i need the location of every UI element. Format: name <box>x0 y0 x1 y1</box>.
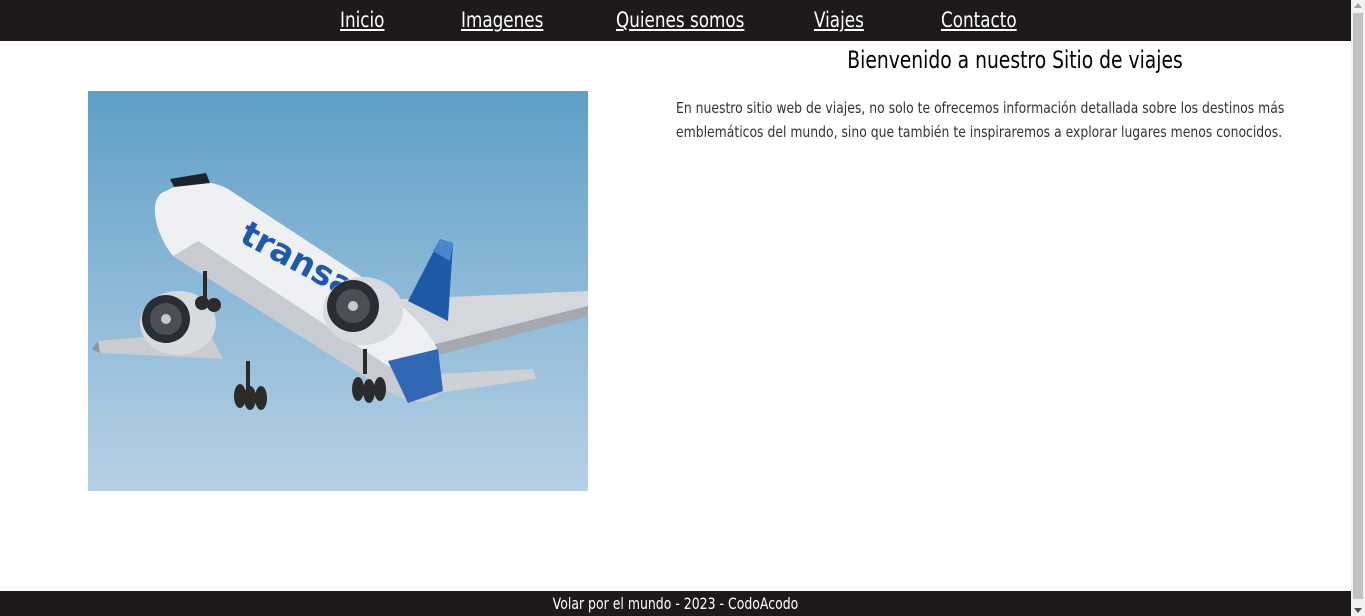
page-footer: Volar por el mundo - 2023 - CodoAcodo <box>0 591 1351 616</box>
right-engine <box>323 277 403 345</box>
footer-text: Volar por el mundo - 2023 - CodoAcodo <box>552 594 799 613</box>
intro-paragraph: En nuestro sitio web de viajes, no solo … <box>676 99 1285 141</box>
scrollbar-thumb[interactable] <box>1353 13 1363 599</box>
scroll-down-arrow-icon[interactable] <box>1354 608 1362 613</box>
nav-link-viajes[interactable]: Viajes <box>814 6 864 34</box>
nav-link-imagenes[interactable]: Imagenes <box>461 6 543 34</box>
nav-link-contacto[interactable]: Contacto <box>941 6 1017 34</box>
top-navbar: Inicio Imagenes Quienes somos Viajes Con… <box>0 0 1351 41</box>
vertical-scrollbar[interactable] <box>1351 0 1365 616</box>
nav-link-quienes-somos[interactable]: Quienes somos <box>616 6 744 34</box>
airplane-image: transat <box>88 91 588 491</box>
page-title: Bienvenido a nuestro Sitio de viajes <box>847 46 1183 74</box>
nav-link-inicio[interactable]: Inicio <box>340 6 384 34</box>
airplane-illustration: transat <box>92 173 588 410</box>
scroll-up-arrow-icon[interactable] <box>1354 3 1362 8</box>
